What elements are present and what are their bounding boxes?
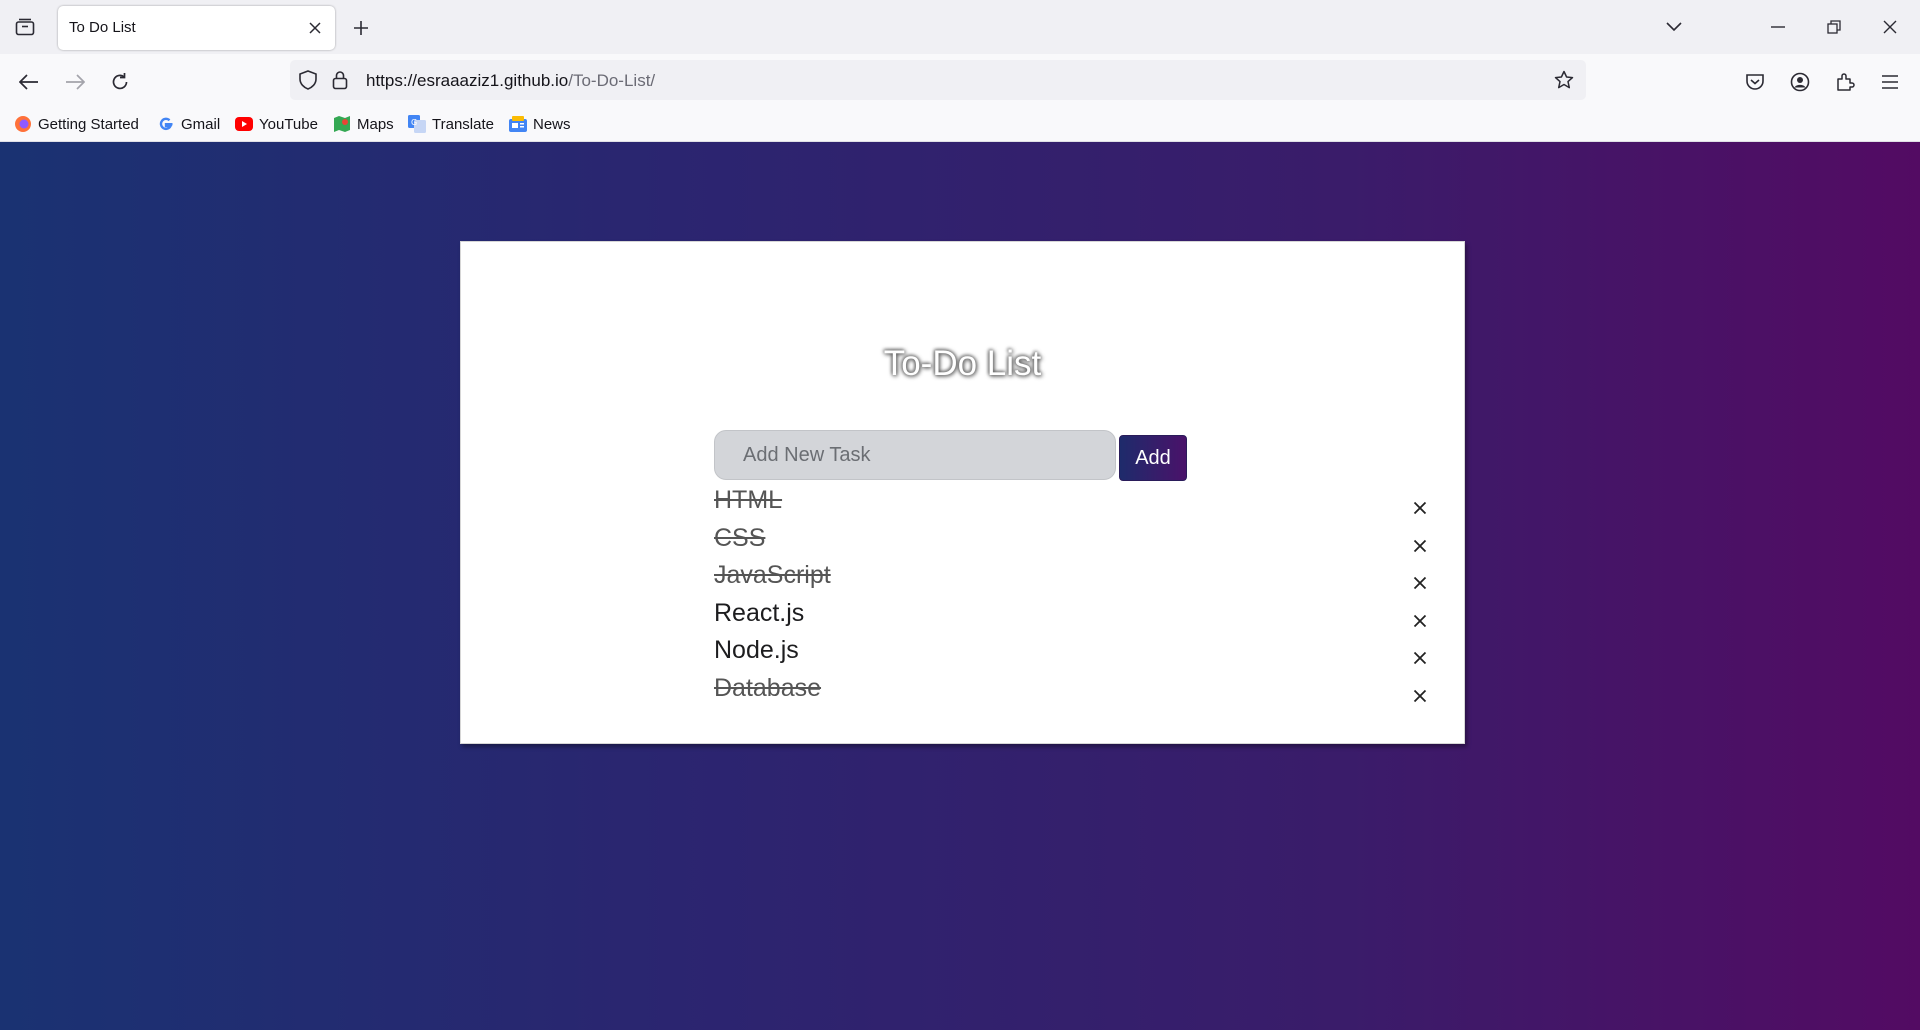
page-title: To-Do List — [883, 344, 1042, 383]
navigation-bar: https://esraaaziz1.github.io/To-Do-List/ — [0, 54, 1920, 108]
page-background: To-Do List Add HTML CSS JavaScript React.js… — [0, 142, 1920, 1030]
add-task-button[interactable]: Add — [1119, 435, 1187, 481]
task-text[interactable]: Node.js — [714, 636, 799, 665]
task-item[interactable]: JavaScript — [714, 559, 1432, 597]
bookmark-label: Getting Started — [38, 115, 139, 133]
restore-icon[interactable] — [1814, 10, 1854, 44]
menu-icon[interactable] — [1873, 65, 1907, 99]
bookmark-translate[interactable]: G Translate — [408, 113, 494, 135]
task-text[interactable]: Database — [714, 674, 821, 703]
pocket-icon[interactable] — [1738, 65, 1772, 99]
bookmark-getting-started[interactable]: Getting Started — [14, 113, 139, 135]
new-task-input[interactable] — [714, 430, 1116, 480]
shield-icon[interactable] — [296, 68, 320, 92]
account-icon[interactable] — [1783, 65, 1817, 99]
news-icon — [509, 115, 527, 133]
svg-text:G: G — [411, 118, 417, 127]
new-tab-icon[interactable] — [346, 13, 376, 43]
bookmark-label: Gmail — [181, 115, 221, 133]
tab-list-icon[interactable] — [8, 12, 42, 42]
tab-bar: To Do List — [0, 0, 1920, 54]
firefox-icon — [14, 115, 32, 133]
forward-arrow-icon[interactable] — [58, 65, 92, 99]
bookmarks-toolbar: Getting Started Gmail YouTube Maps G Tra… — [0, 108, 1920, 142]
task-list: HTML CSS JavaScript React.js Node.js Database — [714, 484, 1432, 709]
delete-task-icon[interactable] — [1408, 571, 1432, 595]
bookmark-label: YouTube — [259, 115, 318, 133]
minimize-icon[interactable] — [1758, 10, 1798, 44]
maps-icon — [333, 115, 351, 133]
bookmark-gmail[interactable]: Gmail — [157, 113, 220, 135]
close-window-icon[interactable] — [1870, 10, 1910, 44]
url-bar[interactable]: https://esraaaziz1.github.io/To-Do-List/ — [290, 60, 1586, 100]
delete-task-icon[interactable] — [1408, 609, 1432, 633]
tab-overflow-chevron-icon[interactable] — [1654, 10, 1694, 44]
url-text[interactable]: https://esraaaziz1.github.io/To-Do-List/ — [366, 71, 655, 91]
task-text[interactable]: React.js — [714, 599, 804, 628]
task-item[interactable]: Node.js — [714, 634, 1432, 672]
delete-task-icon[interactable] — [1408, 646, 1432, 670]
reload-icon[interactable] — [103, 65, 137, 99]
close-tab-icon[interactable] — [303, 16, 327, 40]
todo-card: To-Do List Add HTML CSS JavaScript React.js… — [460, 241, 1465, 744]
bookmark-news[interactable]: News — [509, 113, 571, 135]
bookmark-label: Translate — [432, 115, 494, 133]
task-text[interactable]: JavaScript — [714, 561, 831, 590]
task-item[interactable]: CSS — [714, 522, 1432, 560]
task-text[interactable]: HTML — [714, 486, 782, 515]
tab-title: To Do List — [69, 19, 136, 36]
delete-task-icon[interactable] — [1408, 534, 1432, 558]
bookmark-label: News — [533, 115, 571, 133]
bookmark-star-icon[interactable] — [1552, 68, 1576, 92]
task-text[interactable]: CSS — [714, 524, 765, 553]
task-item[interactable]: Database — [714, 672, 1432, 710]
back-arrow-icon[interactable] — [12, 65, 46, 99]
task-item[interactable]: React.js — [714, 597, 1432, 635]
youtube-icon — [235, 115, 253, 133]
delete-task-icon[interactable] — [1408, 496, 1432, 520]
bookmark-youtube[interactable]: YouTube — [235, 113, 318, 135]
bookmark-maps[interactable]: Maps — [333, 113, 394, 135]
url-host: https://esraaaziz1.github.io — [366, 71, 569, 90]
translate-icon: G — [408, 115, 426, 133]
delete-task-icon[interactable] — [1408, 684, 1432, 708]
bookmark-label: Maps — [357, 115, 394, 133]
url-path: /To-Do-List/ — [568, 71, 656, 90]
extensions-icon[interactable] — [1828, 65, 1862, 99]
google-icon — [157, 115, 175, 133]
active-tab[interactable]: To Do List — [58, 6, 335, 50]
lock-icon[interactable] — [328, 68, 352, 92]
task-item[interactable]: HTML — [714, 484, 1432, 522]
